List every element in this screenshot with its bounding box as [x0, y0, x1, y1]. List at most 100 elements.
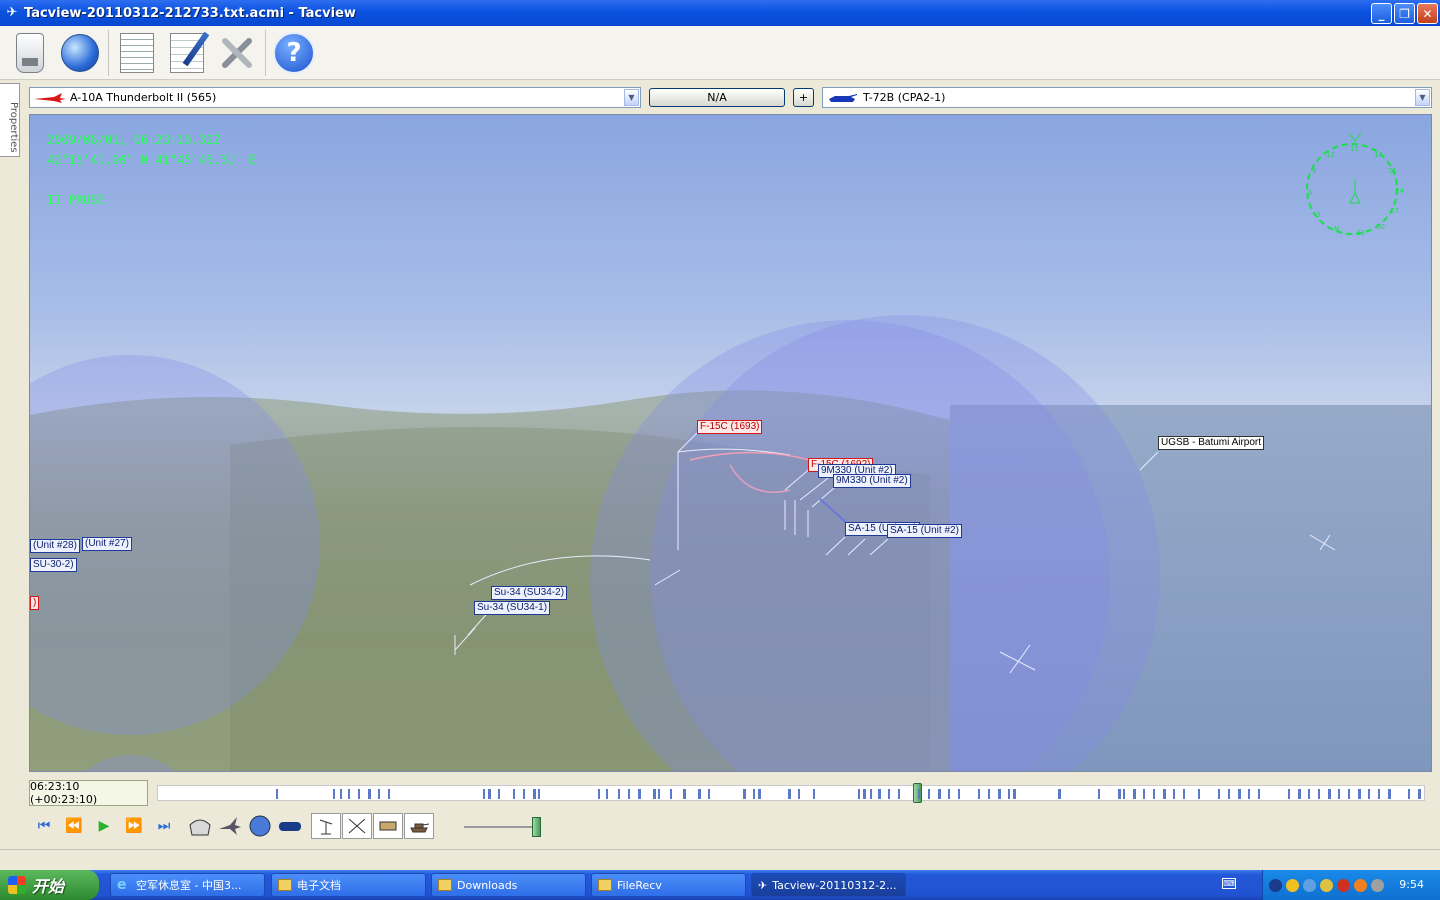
playback-speed-slider[interactable]	[464, 817, 541, 837]
primary-object-select[interactable]: A-10A Thunderbolt II (565) ▼	[29, 87, 641, 108]
object-label[interactable]: Su-34 (SU34-1)	[474, 601, 551, 615]
start-label: 开始	[32, 877, 65, 896]
timeline-event-mark	[1408, 789, 1410, 799]
satellite-filter-button[interactable]	[342, 813, 372, 839]
timeline-event-mark	[753, 789, 755, 799]
object-label[interactable]: )	[30, 596, 40, 610]
timeline-event-mark	[858, 789, 860, 799]
network-icon[interactable]	[1269, 878, 1282, 892]
timeline-event-mark	[1183, 789, 1185, 799]
taskbar-item[interactable]: FileRecv	[591, 873, 746, 897]
connection-icon[interactable]	[1303, 878, 1316, 892]
help-button[interactable]: ?	[272, 29, 316, 77]
timeline-event-mark	[276, 789, 278, 799]
skip-to-start-button[interactable]: ⏮	[29, 813, 59, 839]
binoculars-button[interactable]	[275, 813, 305, 839]
taskbar-item-label: Downloads	[457, 878, 518, 892]
add-object-button[interactable]: +	[793, 88, 814, 107]
secondary-object-select[interactable]: T-72B (CPA2-1) ▼	[822, 87, 1432, 108]
object-label[interactable]: Su-34 (SU34-2)	[491, 586, 568, 600]
windows-taskbar: 开始 e 空军休息室 - 中国3... 电子文档 Downloads FileRe…	[0, 870, 1440, 900]
keyboard-icon[interactable]: ⌨	[1222, 878, 1236, 889]
airport-label[interactable]: UGSB - Batumi Airport	[1158, 436, 1265, 450]
timeline-event-mark	[1388, 789, 1391, 799]
timeline-event-mark	[1013, 789, 1016, 799]
globe-icon	[61, 33, 99, 72]
taskbar-item[interactable]: ✈ Tacview-20110312-2...	[751, 873, 906, 897]
object-label[interactable]: SA-15 (Unit #2)	[887, 524, 962, 538]
vehicle-filter-button[interactable]	[373, 813, 403, 839]
timeline-event-mark	[958, 789, 960, 799]
rewind-button[interactable]: ⏪	[59, 813, 89, 839]
minimize-button[interactable]: _	[1371, 3, 1392, 24]
volume-icon[interactable]	[1371, 878, 1384, 892]
antivirus-icon[interactable]	[1337, 878, 1350, 892]
taskbar-item-label: 电子文档	[297, 879, 341, 892]
chevron-down-icon[interactable]: ▼	[624, 89, 639, 106]
timeline-event-mark	[798, 789, 800, 799]
aircraft-icon	[219, 817, 241, 835]
settings-button[interactable]	[215, 29, 259, 77]
status-strip	[0, 849, 1440, 870]
timeline-event-mark	[523, 789, 525, 799]
timeline-event-mark	[1008, 789, 1010, 799]
object-label[interactable]: F-15C (1693)	[697, 420, 763, 434]
play-button[interactable]: ▶	[89, 813, 119, 839]
object-label[interactable]: (Unit #28)	[30, 539, 80, 553]
speed-slider-knob[interactable]	[532, 817, 541, 837]
tank-filter-button[interactable]	[404, 813, 434, 839]
timeline-event-mark	[813, 789, 815, 799]
online-button[interactable]	[58, 29, 102, 77]
open-file-button[interactable]	[8, 29, 52, 77]
timeline-event-mark	[1288, 789, 1290, 799]
cockpit-view-icon	[189, 819, 211, 836]
close-button[interactable]: ✕	[1417, 3, 1438, 24]
app-tray-icon[interactable]	[1354, 878, 1367, 892]
timeline-event-mark	[1318, 789, 1320, 799]
timeline-event-mark	[1348, 789, 1350, 799]
tacview-icon: ✈	[758, 878, 768, 892]
object-label[interactable]: 9M330 (Unit #2)	[833, 474, 911, 488]
folder-icon	[598, 879, 612, 891]
chevron-down-icon[interactable]: ▼	[1415, 89, 1430, 106]
qq-icon[interactable]	[1286, 878, 1299, 892]
timeline-event-mark	[488, 789, 491, 799]
compass-tick: 27	[1390, 207, 1399, 215]
taskbar-item[interactable]: Downloads	[431, 873, 586, 897]
timeline-event-mark	[483, 789, 485, 799]
timeline-event-mark	[618, 789, 620, 799]
object-selection-bar: A-10A Thunderbolt II (565) ▼ N/A + T-72B…	[0, 84, 1440, 112]
folder-icon	[438, 879, 452, 891]
object-label[interactable]: (Unit #27)	[82, 537, 132, 551]
compass-tick: 33	[1356, 229, 1365, 237]
timeline-track[interactable]	[157, 783, 1425, 803]
fast-forward-button[interactable]: ⏩	[119, 813, 149, 839]
notes-button[interactable]	[165, 29, 209, 77]
taskbar-item-label: 空军休息室 - 中国3...	[136, 879, 242, 892]
start-button[interactable]: 开始	[0, 870, 99, 900]
object-label[interactable]: SU-30-2)	[30, 558, 77, 572]
globe-view-button[interactable]	[245, 813, 275, 839]
restore-button[interactable]: ❐	[1394, 3, 1415, 24]
main-toolbar: ?	[0, 26, 1440, 80]
timeline-event-mark	[538, 789, 540, 799]
timeline-event-mark	[1058, 789, 1061, 799]
skip-to-end-button[interactable]: ⏭	[149, 813, 179, 839]
timeline-event-mark	[340, 789, 342, 799]
timeline-bar: 06:23:10 (+00:23:10)	[29, 780, 1432, 806]
cockpit-view-button[interactable]	[185, 813, 215, 839]
timeline-event-mark	[533, 789, 536, 799]
aircraft-view-button[interactable]	[215, 813, 245, 839]
taskbar-item[interactable]: 电子文档	[271, 873, 426, 897]
tacview-app-icon[interactable]: ✈	[4, 5, 20, 21]
relation-button[interactable]: N/A	[649, 88, 785, 107]
3d-viewport[interactable]: 2009/06/01, 06:23:10.32Z 42°15'41.90" N …	[29, 114, 1432, 772]
hud-datetime: 2009/06/01, 06:23:10.32Z	[47, 133, 221, 147]
timeline-event-mark	[978, 789, 980, 799]
blue-tank-icon	[829, 93, 857, 102]
document-button[interactable]	[115, 29, 159, 77]
compass: 15 18 21 24 27 30 33 N 3 6 9 12	[1302, 133, 1408, 243]
warning-icon[interactable]	[1320, 878, 1333, 892]
radar-filter-button[interactable]	[311, 813, 341, 839]
taskbar-item[interactable]: e 空军休息室 - 中国3...	[110, 873, 265, 897]
